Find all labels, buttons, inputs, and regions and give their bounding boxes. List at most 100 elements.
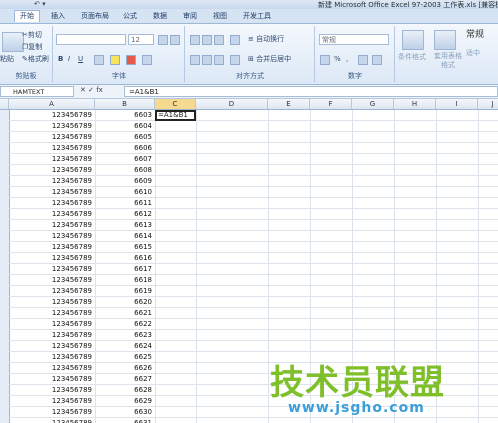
cell-a[interactable]: 123456789 bbox=[9, 286, 95, 296]
cell-a[interactable]: 123456789 bbox=[9, 220, 95, 230]
select-all-corner[interactable] bbox=[0, 99, 9, 109]
fill-color-icon[interactable] bbox=[110, 55, 120, 65]
cell-a[interactable]: 123456789 bbox=[9, 253, 95, 263]
cell-a[interactable]: 123456789 bbox=[9, 319, 95, 329]
paste-button[interactable]: 粘贴 bbox=[0, 54, 14, 64]
cell-b[interactable]: 6624 bbox=[95, 341, 155, 351]
cell-b[interactable]: 6621 bbox=[95, 308, 155, 318]
indent-icon[interactable] bbox=[230, 55, 240, 65]
style-neutral[interactable]: 适中 bbox=[466, 48, 480, 58]
cell-b[interactable]: 6614 bbox=[95, 231, 155, 241]
cell-a[interactable]: 123456789 bbox=[9, 231, 95, 241]
orientation-icon[interactable] bbox=[230, 35, 240, 45]
column-header-g[interactable]: G bbox=[352, 99, 394, 109]
tab-insert[interactable]: 插入 bbox=[46, 11, 70, 22]
column-header-b[interactable]: B bbox=[95, 99, 155, 109]
cancel-icon[interactable]: ✕ bbox=[80, 86, 86, 94]
column-header-j[interactable]: J bbox=[478, 99, 498, 109]
quick-access-toolbar[interactable]: ↶ ▾ bbox=[34, 0, 46, 8]
cell-b[interactable]: 6618 bbox=[95, 275, 155, 285]
cell-a[interactable]: 123456789 bbox=[9, 143, 95, 153]
cell-b[interactable]: 6617 bbox=[95, 264, 155, 274]
cell-b[interactable]: 6626 bbox=[95, 363, 155, 373]
border-icon[interactable] bbox=[94, 55, 104, 65]
tab-developer[interactable]: 开发工具 bbox=[238, 11, 276, 22]
align-center-icon[interactable] bbox=[202, 55, 212, 65]
column-header-d[interactable]: D bbox=[196, 99, 268, 109]
cell-b[interactable]: 6628 bbox=[95, 385, 155, 395]
tab-view[interactable]: 视图 bbox=[208, 11, 232, 22]
align-bottom-icon[interactable] bbox=[214, 35, 224, 45]
conditional-format-button[interactable]: 条件格式 bbox=[398, 52, 426, 62]
cell-b[interactable]: 6615 bbox=[95, 242, 155, 252]
cell-b[interactable]: 6620 bbox=[95, 297, 155, 307]
cell-b[interactable]: 6603 bbox=[95, 110, 155, 120]
underline-button[interactable]: U bbox=[78, 54, 83, 64]
column-header-c[interactable]: C bbox=[155, 99, 196, 109]
grow-font-icon[interactable] bbox=[158, 35, 168, 45]
cell-a[interactable]: 123456789 bbox=[9, 198, 95, 208]
tab-data[interactable]: 数据 bbox=[148, 11, 172, 22]
cell-b[interactable]: 6613 bbox=[95, 220, 155, 230]
align-top-icon[interactable] bbox=[190, 35, 200, 45]
cell-a[interactable]: 123456789 bbox=[9, 264, 95, 274]
tab-formulas[interactable]: 公式 bbox=[118, 11, 142, 22]
font-color-icon[interactable] bbox=[126, 55, 136, 65]
align-middle-icon[interactable] bbox=[202, 35, 212, 45]
name-box[interactable]: HAMTEXT bbox=[0, 86, 74, 97]
shrink-font-icon[interactable] bbox=[170, 35, 180, 45]
decrease-decimal-icon[interactable] bbox=[372, 55, 382, 65]
cell-a[interactable]: 123456789 bbox=[9, 341, 95, 351]
column-header-f[interactable]: F bbox=[310, 99, 352, 109]
cell-a[interactable]: 123456789 bbox=[9, 385, 95, 395]
cell-a[interactable]: 123456789 bbox=[9, 154, 95, 164]
align-left-icon[interactable] bbox=[190, 55, 200, 65]
cell-a[interactable]: 123456789 bbox=[9, 165, 95, 175]
cell-b[interactable]: 6619 bbox=[95, 286, 155, 296]
enter-icon[interactable]: ✓ bbox=[88, 86, 94, 94]
cell-a[interactable]: 123456789 bbox=[9, 308, 95, 318]
cell-a[interactable]: 123456789 bbox=[9, 121, 95, 131]
cell-b[interactable]: 6610 bbox=[95, 187, 155, 197]
tab-review[interactable]: 审阅 bbox=[178, 11, 202, 22]
cell-a[interactable]: 123456789 bbox=[9, 330, 95, 340]
cell-a[interactable]: 123456789 bbox=[9, 297, 95, 307]
percent-button[interactable]: % bbox=[334, 54, 341, 64]
cell-b[interactable]: 6631 bbox=[95, 418, 155, 423]
paste-icon[interactable] bbox=[2, 32, 24, 52]
cell-a[interactable]: 123456789 bbox=[9, 110, 95, 120]
cell-b[interactable]: 6629 bbox=[95, 396, 155, 406]
phonetic-icon[interactable] bbox=[142, 55, 152, 65]
font-size-combo[interactable]: 12 bbox=[128, 34, 154, 45]
cell-a[interactable]: 123456789 bbox=[9, 209, 95, 219]
table-format-button[interactable]: 套用表格格式 bbox=[434, 52, 462, 69]
active-cell-c1[interactable]: =A1&B1 bbox=[155, 110, 196, 121]
cell-a[interactable]: 123456789 bbox=[9, 187, 95, 197]
cell-b[interactable]: 6606 bbox=[95, 143, 155, 153]
wrap-text-button[interactable]: ≡ 自动换行 bbox=[248, 34, 284, 44]
cell-a[interactable]: 123456789 bbox=[9, 352, 95, 362]
currency-icon[interactable] bbox=[320, 55, 330, 65]
italic-button[interactable]: I bbox=[68, 54, 70, 64]
cell-a[interactable]: 123456789 bbox=[9, 132, 95, 142]
column-header-i[interactable]: I bbox=[436, 99, 478, 109]
cell-a[interactable]: 123456789 bbox=[9, 363, 95, 373]
cell-b[interactable]: 6630 bbox=[95, 407, 155, 417]
cell-b[interactable]: 6616 bbox=[95, 253, 155, 263]
tab-page-layout[interactable]: 页面布局 bbox=[76, 11, 114, 22]
column-header-a[interactable]: A bbox=[9, 99, 95, 109]
cell-b[interactable]: 6611 bbox=[95, 198, 155, 208]
merge-center-button[interactable]: ⊞ 合并后居中 bbox=[248, 54, 291, 64]
cell-a[interactable]: 123456789 bbox=[9, 418, 95, 423]
increase-decimal-icon[interactable] bbox=[358, 55, 368, 65]
cell-a[interactable]: 123456789 bbox=[9, 396, 95, 406]
tab-home[interactable]: 开始 bbox=[14, 10, 40, 22]
cell-b[interactable]: 6625 bbox=[95, 352, 155, 362]
copy-button[interactable]: ❐复制 bbox=[22, 42, 42, 52]
cell-b[interactable]: 6623 bbox=[95, 330, 155, 340]
cell-b[interactable]: 6609 bbox=[95, 176, 155, 186]
style-normal[interactable]: 常规 bbox=[466, 30, 484, 40]
number-format-combo[interactable]: 常规 bbox=[319, 34, 389, 45]
cell-a[interactable]: 123456789 bbox=[9, 275, 95, 285]
column-header-h[interactable]: H bbox=[394, 99, 436, 109]
